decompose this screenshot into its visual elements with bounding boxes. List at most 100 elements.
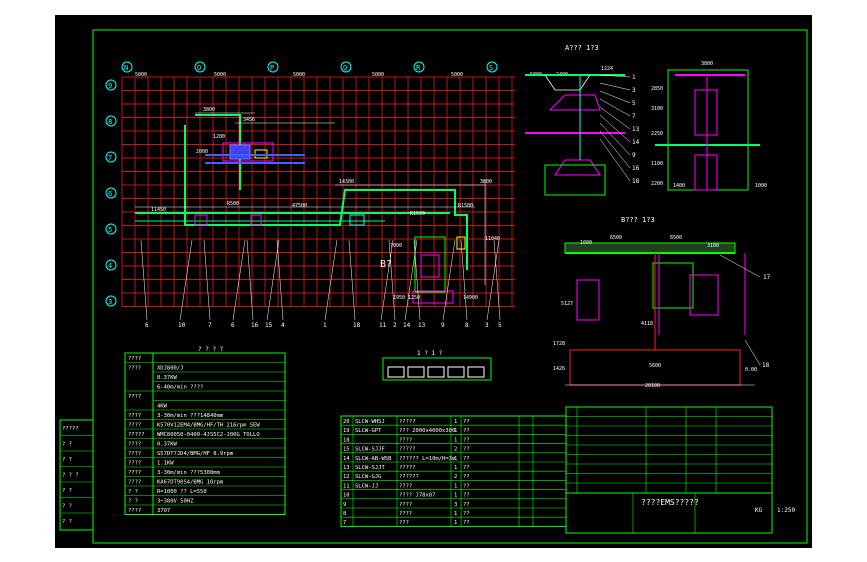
part-qty: 1 — [454, 483, 457, 489]
plan-dim: R500 — [227, 201, 239, 207]
drawing-title: ????EMS????? — [641, 498, 699, 507]
part-qty: 1 — [454, 493, 457, 499]
spec-value: 3-30m/min ???14840mm — [157, 413, 224, 419]
b-dim: 0.00 — [745, 367, 757, 373]
leader-line — [599, 114, 631, 143]
spec-key: ???? — [128, 423, 141, 429]
callout-number: 3 — [485, 322, 489, 329]
part-name: ???? — [399, 483, 412, 489]
callout-number: 18 — [632, 178, 640, 185]
part-unit: ?? — [463, 502, 470, 508]
b-dim: 1426 — [553, 366, 565, 372]
callout-number: 6 — [231, 322, 235, 329]
plan-dim: 3600 — [480, 179, 492, 185]
side-dim: 1400 — [673, 183, 685, 189]
grid-row-label: 5 — [108, 226, 112, 234]
part-qty: 1 — [454, 465, 457, 471]
leader-line — [179, 239, 193, 321]
part-name: ???? — [399, 502, 412, 508]
grid-row-label: 8 — [108, 118, 112, 126]
part-unit: ?? — [463, 493, 470, 499]
carrier — [349, 214, 365, 226]
side-dim: 2850 — [651, 86, 663, 92]
legend-symbol — [407, 366, 425, 378]
callout-number: 2 — [393, 322, 397, 329]
part-code: SLCW-GPT — [355, 428, 382, 434]
b-dim: 1000 — [580, 240, 592, 246]
carrier — [194, 214, 208, 226]
spec-key: ? ? — [128, 499, 138, 505]
callout-number: 18 — [353, 322, 361, 329]
grid-col-label: Q — [343, 64, 347, 72]
plan-dim: 14300 — [339, 179, 354, 185]
leader-line — [203, 239, 211, 321]
spec-key: ???? — [128, 394, 141, 400]
col-dim: 5000 — [214, 72, 226, 78]
stamp-text: ? ? — [62, 519, 72, 525]
part-qty: 1 — [454, 520, 457, 526]
part-code: SLCW-WHSJ — [355, 419, 385, 425]
grid-row-label: 9 — [108, 82, 112, 90]
b-dim: 5600 — [649, 363, 661, 369]
stamp-text: ????? — [62, 426, 79, 432]
leader-line — [599, 98, 631, 117]
grid-row-label: 3 — [108, 298, 112, 306]
part-code: SLCW-SJJF — [355, 447, 385, 453]
callout-number: 9 — [441, 322, 445, 329]
callout-number: 14 — [403, 322, 411, 329]
spec-table: ? ? ? ? ???????? XDJ800/J 0.37KW 6-40m/min … — [124, 346, 286, 515]
frame — [667, 69, 749, 191]
part-number: 7 — [343, 520, 346, 526]
leader-line — [140, 239, 148, 321]
spec-key: ? ? — [128, 489, 138, 495]
part-code: SLCW-SJJT — [355, 465, 385, 471]
lift-frame — [414, 236, 446, 293]
b-dim: 5127 — [561, 301, 573, 307]
plan-dim: R1500 — [458, 203, 473, 209]
plan-dim: 47500 — [292, 203, 307, 209]
b-dim: 6500 — [610, 235, 622, 241]
carrier — [694, 89, 718, 136]
callout-number: 16 — [251, 322, 259, 329]
b-dim: 4118 — [641, 321, 653, 327]
part-number: 18 — [343, 437, 350, 443]
part-unit: ?? — [463, 437, 470, 443]
carrier — [694, 154, 718, 191]
callout-number: 5 — [632, 100, 636, 107]
side-dim: 1100 — [651, 161, 663, 167]
part-name: ??? 2000x4000x300 — [399, 428, 455, 434]
callout-number: 8 — [465, 322, 469, 329]
stamp-text: ? ? — [62, 488, 72, 494]
spec-value: 1.1KW — [157, 461, 174, 467]
part-qty: 1 — [454, 511, 457, 517]
callout-number: 7 — [208, 322, 212, 329]
part-code: SLCW-JJ — [355, 483, 378, 489]
plan-dim: 1950 — [393, 295, 405, 301]
part-name: ????? — [399, 447, 416, 453]
leader-line — [266, 239, 280, 321]
callout-number: 16 — [632, 165, 640, 172]
part-code: SLCW-GJG — [355, 474, 382, 480]
part-number: 12 — [343, 474, 350, 480]
legend-title: ? ? ? ? — [198, 346, 224, 353]
legend-symbol — [427, 366, 445, 378]
spec-key: ???? — [128, 413, 141, 419]
plan-dim: 3800 — [203, 107, 215, 113]
callout-number: 15 — [265, 322, 273, 329]
callout-number: 4 — [281, 322, 285, 329]
b-dim: 20100 — [645, 383, 660, 389]
leader-line — [599, 106, 631, 130]
spec-key: ???? — [128, 366, 141, 372]
grid-row-label: 4 — [108, 262, 112, 270]
grid-row-label: 6 — [108, 190, 112, 198]
part-unit: ?? — [463, 474, 470, 480]
carrier — [689, 274, 719, 316]
callout-number: 1 — [323, 322, 327, 329]
car-body — [548, 94, 601, 111]
cad-viewport: NOPQRS5000500050005000500050002400987654… — [55, 15, 812, 548]
callout-number: 5 — [498, 322, 502, 329]
part-qty: 2 — [454, 474, 457, 480]
spec-value: 3~380V 50HZ — [157, 499, 194, 505]
callout-number: 9 — [632, 152, 636, 159]
callout-number: 13 — [418, 322, 426, 329]
